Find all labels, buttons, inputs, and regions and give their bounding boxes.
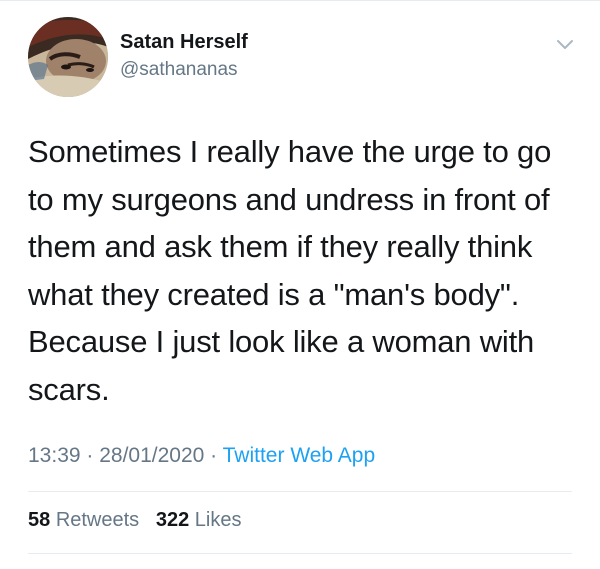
divider xyxy=(28,491,572,492)
chevron-down-icon[interactable] xyxy=(554,33,576,55)
tweet-header: Satan Herself @sathananas xyxy=(28,17,578,99)
display-name[interactable]: Satan Herself xyxy=(120,31,248,54)
avatar-image xyxy=(28,17,108,97)
retweets-stat[interactable]: 58 Retweets xyxy=(28,509,139,531)
retweets-count: 58 xyxy=(28,509,51,531)
avatar[interactable] xyxy=(28,17,108,97)
top-divider xyxy=(0,0,600,1)
tweet-source-link[interactable]: Twitter Web App xyxy=(223,444,376,467)
likes-label: Likes xyxy=(194,509,242,531)
tweet-text: Sometimes I really have the urge to go t… xyxy=(28,134,552,407)
tweet-stats: 58 Retweets 322 Likes xyxy=(28,509,242,532)
retweets-label: Retweets xyxy=(55,509,140,531)
likes-count: 322 xyxy=(155,509,190,531)
user-handle[interactable]: @sathananas xyxy=(120,59,238,81)
divider xyxy=(28,553,572,554)
meta-separator: · xyxy=(80,444,100,467)
tweet-time[interactable]: 13:39 xyxy=(28,444,81,467)
tweet-date[interactable]: 28/01/2020 xyxy=(99,444,204,467)
tweet-meta: 13:39 · 28/01/2020 · Twitter Web App xyxy=(28,444,375,468)
likes-stat[interactable]: 322 Likes xyxy=(156,509,242,531)
meta-separator: · xyxy=(204,444,223,467)
